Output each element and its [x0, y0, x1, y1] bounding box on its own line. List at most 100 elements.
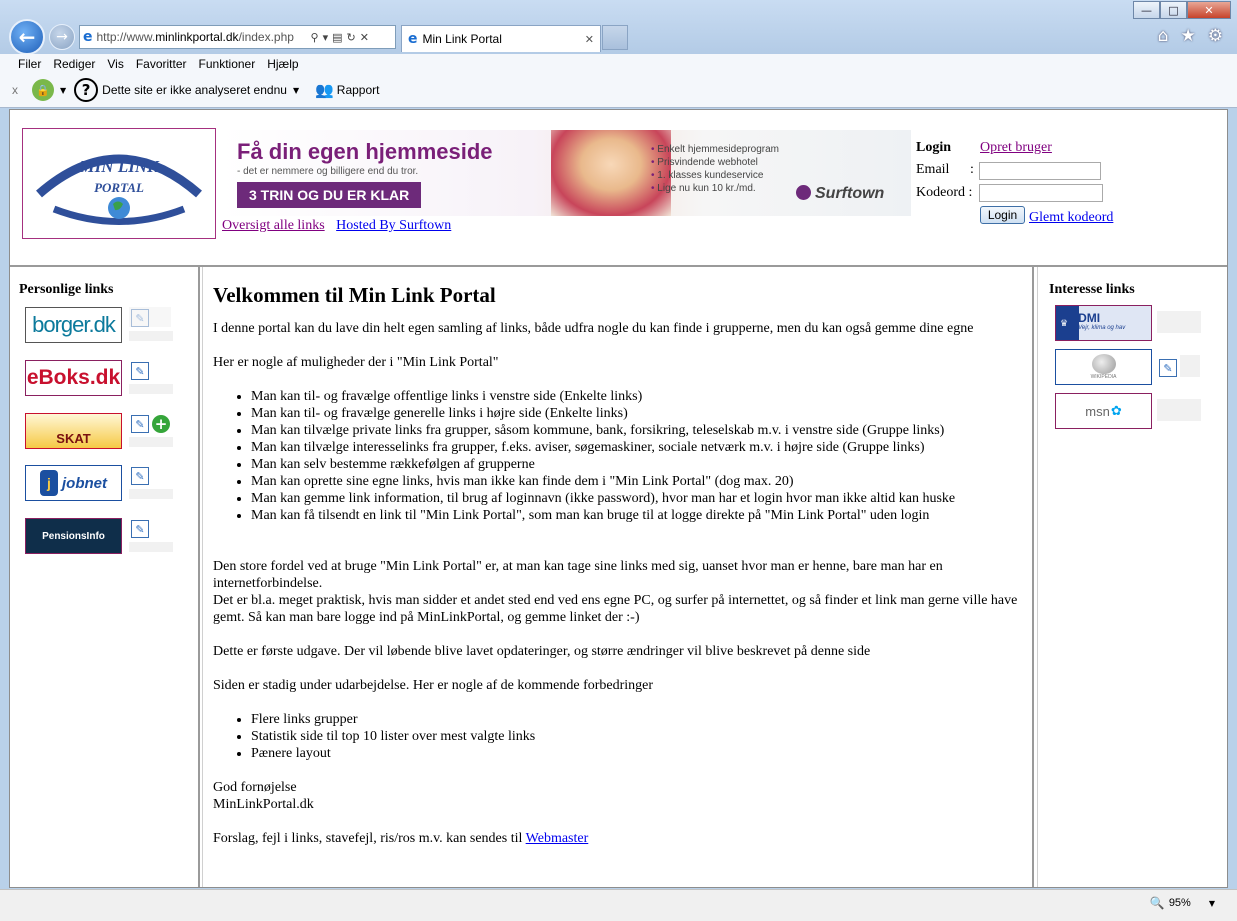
edit-wikipedia-icon[interactable]: ✎	[1159, 359, 1177, 377]
ie-page-icon: e	[83, 29, 93, 45]
email-label: Email	[916, 162, 950, 177]
edit-skat-icon[interactable]: ✎	[131, 415, 149, 433]
list-item: Man kan gemme link information, til brug…	[251, 490, 1025, 507]
advantage-sentence: Den store fordel ved at bruge "Min Link …	[213, 559, 943, 591]
chevron-down-icon[interactable]: ▼	[60, 86, 66, 95]
report-users-icon[interactable]: 👥	[315, 81, 334, 99]
menu-funktioner[interactable]: Funktioner	[193, 56, 262, 72]
command-area: Filer Rediger Vis Favoritter Funktioner …	[0, 54, 1237, 108]
link-shade	[1157, 311, 1201, 333]
toolbar-close-button[interactable]: x	[12, 83, 18, 97]
minimize-button[interactable]: —	[1133, 1, 1160, 19]
welcome-article: Velkommen til Min Link Portal I denne po…	[213, 283, 1025, 864]
maximize-button[interactable]: □	[1160, 1, 1187, 19]
personal-links-column: Personlige links borger.dk ✎ eBoks.dk ✎ …	[10, 267, 200, 887]
link-skat[interactable]: SKAT	[25, 413, 122, 449]
ad-banner[interactable]: Få din egen hjemmeside - det er nemmere …	[221, 130, 911, 216]
link-pensionsinfo[interactable]: PensionsInfo	[25, 518, 122, 554]
site-logo[interactable]: MIN LINK PORTAL	[22, 128, 216, 239]
login-button[interactable]: Login	[980, 206, 1025, 224]
tab-min-link-portal[interactable]: e Min Link Portal ✕	[401, 25, 601, 52]
feature-list: Man kan til- og fravælge offentlige link…	[251, 388, 1025, 524]
hosted-by-surftown-link[interactable]: Hosted By Surftown	[336, 218, 451, 233]
email-field[interactable]	[979, 162, 1101, 180]
jobnet-badge-icon: j	[40, 470, 58, 496]
link-dmi[interactable]: ♛ DMI Vejr, klima og hav	[1055, 305, 1152, 341]
tab-close-icon[interactable]: ✕	[585, 33, 594, 46]
borger-logo-text: borger.dk	[32, 312, 116, 337]
ad-cta-button[interactable]: 3 TRIN OG DU ER KLAR	[237, 182, 422, 208]
add-icon[interactable]: +	[152, 415, 170, 433]
list-item: Man kan selv bestemme rækkefølgen af gru…	[251, 456, 1025, 473]
list-item: Man kan til- og fravælge generelle links…	[251, 405, 1025, 422]
list-item: Man kan til- og fravælge offentlige link…	[251, 388, 1025, 405]
create-user-link[interactable]: Opret bruger	[980, 140, 1052, 156]
wikipedia-globe-icon	[1091, 354, 1116, 374]
interest-links-column: Interesse links ♛ DMI Vejr, klima og hav…	[1037, 267, 1227, 887]
link-jobnet[interactable]: j jobnet	[25, 465, 122, 501]
under-construction-text: Siden er stadig under udarbejdelse. Her …	[213, 678, 654, 693]
question-icon[interactable]: ?	[74, 78, 99, 102]
intro-text: I denne portal kan du lave din helt egen…	[213, 321, 974, 336]
list-item: Man kan tilvælge interesselinks fra grup…	[251, 439, 1025, 456]
site-status-text[interactable]: Dette site er ikke analyseret endnu	[102, 83, 287, 97]
first-version-text: Dette er første udgave. Der vil løbende …	[213, 644, 871, 659]
compat-view-icon[interactable]: ▤	[332, 31, 342, 44]
logo-text-top: MIN LINK	[79, 157, 161, 176]
favorites-star-icon[interactable]: ★	[1181, 26, 1196, 46]
addon-toolbar: x 🔒 ▼ ? Dette site er ikke analyseret en…	[12, 78, 379, 102]
status-dropdown-icon[interactable]: ▼	[293, 86, 299, 95]
ad-subline: - det er nemmere og billigere end du tro…	[237, 166, 419, 177]
edit-eboks-icon[interactable]: ✎	[131, 362, 149, 380]
webmaster-link[interactable]: Webmaster	[526, 831, 589, 846]
menu-filer[interactable]: Filer	[12, 56, 47, 72]
overview-links-link[interactable]: Oversigt alle links	[222, 218, 325, 233]
browser-right-icons: ⌂ ★ ⚙	[1158, 26, 1223, 46]
eboks-logo-text: eBoks.dk	[26, 366, 121, 389]
web-page: MIN LINK PORTAL Få din egen hjemmeside -…	[9, 109, 1228, 888]
link-msn[interactable]: msn ✿	[1055, 393, 1152, 429]
pensionsinfo-logo-text: PensionsInfo	[42, 530, 105, 542]
ad-brand: Surftown	[796, 185, 884, 203]
address-url[interactable]: http://www.minlinkportal.dk/index.php	[97, 30, 307, 44]
edit-jobnet-icon[interactable]: ✎	[131, 467, 149, 485]
enjoy-text: God fornøjelse	[213, 780, 297, 795]
login-title: Login	[916, 140, 952, 155]
search-icon[interactable]: ⚲	[311, 31, 319, 44]
logo-text-bottom: PORTAL	[94, 180, 144, 195]
stop-icon[interactable]: ✕	[360, 31, 369, 44]
settings-gear-icon[interactable]: ⚙	[1208, 26, 1223, 46]
forgot-password-link[interactable]: Glemt kodeord	[1029, 210, 1113, 226]
dmi-logo-sub: Vejr, klima og hav	[1078, 325, 1126, 331]
link-shade	[129, 489, 173, 499]
password-field[interactable]	[979, 184, 1103, 202]
menu-favoritter[interactable]: Favoritter	[130, 56, 193, 72]
home-icon[interactable]: ⌂	[1158, 26, 1169, 46]
menu-vis[interactable]: Vis	[101, 56, 129, 72]
advantage-text: Den store fordel ved at bruge "Min Link …	[213, 558, 1025, 626]
feedback-text: Forslag, fejl i links, stavefejl, ris/ro…	[213, 831, 523, 846]
forward-button[interactable]: →	[49, 24, 75, 50]
report-button[interactable]: Rapport	[337, 83, 380, 97]
close-window-button[interactable]: ✕	[1187, 1, 1231, 19]
zoom-control[interactable]: 🔍 95% ▼	[1150, 896, 1215, 910]
link-wikipedia[interactable]: WIKIPEDIA	[1055, 349, 1152, 385]
address-bar[interactable]: e http://www.minlinkportal.dk/index.php …	[79, 25, 396, 49]
menu-rediger[interactable]: Rediger	[47, 56, 101, 72]
refresh-icon[interactable]: ↻	[347, 31, 356, 44]
dropdown-icon[interactable]: ▾	[323, 31, 329, 44]
zoom-level: 95%	[1168, 897, 1191, 909]
dmi-logo-text: DMI	[1078, 311, 1101, 325]
edit-pensionsinfo-icon[interactable]: ✎	[131, 520, 149, 538]
zoom-dropdown-icon[interactable]: ▼	[1209, 899, 1215, 908]
new-tab-button[interactable]	[602, 25, 628, 50]
link-borger-dk[interactable]: borger.dk	[25, 307, 122, 343]
link-shade	[129, 307, 171, 327]
lock-icon[interactable]: 🔒	[32, 79, 54, 101]
tab-favicon-icon: e	[408, 31, 418, 47]
back-button[interactable]: ←	[9, 19, 45, 55]
menu-hjaelp[interactable]: Hjælp	[261, 56, 304, 72]
ad-bullet: Enkelt hjemmesideprogram	[651, 143, 779, 156]
ad-bullet: Prisvindende webhotel	[651, 156, 779, 169]
link-eboks-dk[interactable]: eBoks.dk	[25, 360, 122, 396]
